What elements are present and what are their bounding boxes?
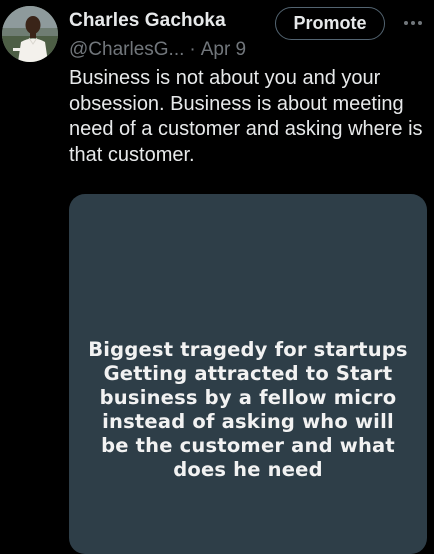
media-line: does he need xyxy=(173,458,323,481)
avatar-image xyxy=(2,6,58,62)
media-caption: Biggest tragedy for startups Getting att… xyxy=(69,338,427,482)
media-line: Getting attracted to Start xyxy=(103,362,393,385)
tweet-media[interactable]: Biggest tragedy for startups Getting att… xyxy=(69,194,427,554)
promote-button[interactable]: Promote xyxy=(275,7,385,40)
author-name[interactable]: Charles Gachoka xyxy=(69,10,226,32)
tweet-date[interactable]: Apr 9 xyxy=(201,39,246,60)
dot xyxy=(411,21,415,25)
author-handle[interactable]: @CharlesG... xyxy=(69,39,184,60)
author-avatar[interactable] xyxy=(2,6,58,62)
dot xyxy=(404,21,408,25)
tweet-meta: @CharlesG... · Apr 9 xyxy=(69,39,246,61)
tweet[interactable]: Charles Gachoka Promote @CharlesG... · Apr… xyxy=(0,0,434,554)
media-line: be the customer and what xyxy=(101,434,395,457)
media-line: business by a fellow micro xyxy=(99,386,397,409)
more-options-icon[interactable] xyxy=(398,12,428,34)
dot xyxy=(418,21,422,25)
media-line: instead of asking who will xyxy=(102,410,394,433)
meta-separator: · xyxy=(189,39,196,60)
tweet-text: Business is not about you and your obses… xyxy=(69,67,423,166)
media-line: Biggest tragedy for startups xyxy=(88,338,408,361)
